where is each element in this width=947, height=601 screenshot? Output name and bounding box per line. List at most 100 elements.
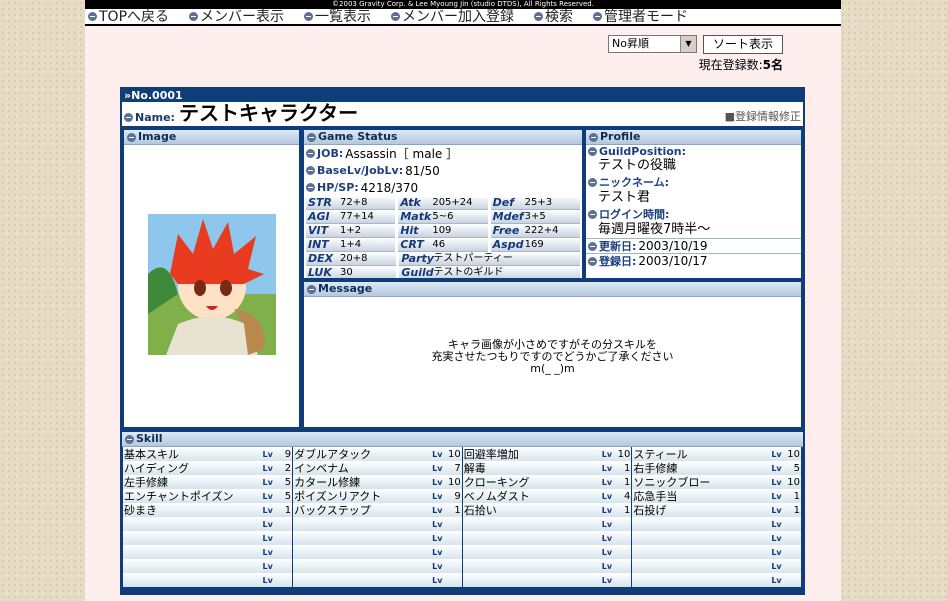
bullet-icon [125, 434, 134, 444]
page-container: ©2003 Gravity Corp. & Lee Myoung Jin (st… [85, 0, 841, 601]
login-time: ログイン時間: 毎週月曜夜7時半～ [586, 206, 801, 238]
skill-level: Lv 2 [261, 461, 294, 475]
stat-matk: Matk 5~6 [398, 210, 488, 224]
skill-level: Lv 5 [261, 475, 294, 489]
nav-search-link[interactable]: 検索 [534, 9, 573, 25]
skill-name: ポイズンリアクト [292, 489, 432, 503]
skill-level: Lv [261, 559, 294, 573]
sort-bar: No昇順 ▼ ソート表示 [608, 35, 784, 54]
skill-name [462, 559, 601, 573]
skill-name: スティール [631, 447, 771, 461]
bullet-icon [534, 12, 544, 21]
nav-top-link[interactable]: TOPへ戻る [88, 9, 169, 25]
skill-level: Lv [431, 517, 463, 531]
stat-aspd: Aspd 169 [490, 238, 580, 252]
skill-level: Lv 1 [600, 461, 633, 475]
stat-int: INT 1+4 [306, 238, 396, 252]
stat-mdef: Mdef 3+5 [490, 210, 580, 224]
skill-name [631, 559, 771, 573]
stat-guild: Guild テストのギルド [399, 266, 580, 278]
hpsp-row: HP/SP: 4218/370 [304, 179, 582, 196]
skill-level: Lv [431, 573, 463, 587]
skill-name: エンチャントポイズン [123, 489, 262, 503]
skill-level: Lv [770, 573, 803, 587]
skill-level: Lv 5 [770, 461, 803, 475]
bullet-icon [306, 166, 315, 175]
stat-str: STR 72+8 [306, 196, 396, 210]
skill-name [631, 531, 771, 545]
skill-name [631, 573, 771, 587]
skill-level: Lv 1 [600, 503, 633, 517]
registered-date: 登録日: 2003/10/17 [586, 253, 801, 268]
name-bar: Name: テストキャラクター ■登録情報修正 [122, 102, 803, 126]
skill-name: 回避率増加 [462, 447, 601, 461]
nav-admin-link[interactable]: 管理者モード [593, 9, 688, 25]
skill-name: 右手修練 [631, 461, 771, 475]
nav-register-link[interactable]: メンバー加入登録 [391, 9, 514, 25]
stat-hit: Hit 109 [398, 224, 488, 238]
skill-name [292, 517, 432, 531]
skill-level: Lv 4 [600, 489, 633, 503]
bullet-icon [588, 256, 597, 266]
stat-atk: Atk 205+24 [398, 196, 488, 210]
skill-level: Lv 5 [261, 489, 294, 503]
skill-name: 石投げ [631, 503, 771, 517]
skill-name: カタール修練 [292, 475, 432, 489]
skill-name: 解毒 [462, 461, 601, 475]
member-count: 現在登録数:5名 [698, 58, 783, 72]
top-nav: TOPへ戻る メンバー表示 一覧表示 メンバー加入登録 検索 管理者モード [85, 9, 841, 26]
skill-name [123, 573, 262, 587]
skill-level: Lv [770, 517, 803, 531]
skill-name [292, 573, 432, 587]
skill-level: Lv [261, 573, 294, 587]
member-card: »No.0001 Name: テストキャラクター ■登録情報修正 Image G… [120, 87, 805, 595]
skill-name: 砂まき [123, 503, 262, 517]
skill-name [631, 517, 771, 531]
bullet-icon [306, 149, 315, 158]
skill-level: Lv 7 [431, 461, 463, 475]
skill-row: Lv Lv Lv Lv [123, 545, 803, 559]
skill-level: Lv 10 [431, 475, 463, 489]
skill-row: 砂まき Lv 1 バックステップ Lv 1 石拾い Lv 1 石投げ Lv 1 [123, 503, 803, 517]
skill-name: インベナム [292, 461, 432, 475]
bullet-icon [588, 147, 597, 156]
skill-level: Lv [600, 531, 633, 545]
sort-button[interactable]: ソート表示 [703, 35, 784, 54]
nav-members-link[interactable]: メンバー表示 [189, 9, 284, 25]
skill-name: ベノムダスト [462, 489, 601, 503]
skill-level: Lv [431, 531, 463, 545]
skill-name [292, 559, 432, 573]
skill-level: Lv [600, 559, 633, 573]
skill-name [462, 573, 601, 587]
sort-select[interactable]: No昇順 ▼ [608, 35, 697, 53]
stat-party: Party テストパーティー [399, 252, 580, 266]
skill-name: 左手修練 [123, 475, 262, 489]
nav-list-link[interactable]: 一覧表示 [304, 9, 371, 25]
skill-row: 基本スキル Lv 9 ダブルアタック Lv 10 回避率増加 Lv 10 スティール Lv 10 [123, 447, 803, 461]
edit-info-link[interactable]: ■登録情報修正 [725, 108, 801, 124]
bullet-icon [588, 209, 597, 219]
bullet-icon [391, 12, 401, 21]
skill-row: 左手修練 Lv 5 カタール修練 Lv 10 クローキング Lv 1 ソニックブロー Lv 10 [123, 475, 803, 489]
profile-pane: Profile GuildPosition: テストの役職 ニックネーム: テス… [586, 130, 801, 278]
skill-table: 基本スキル Lv 9 ダブルアタック Lv 10 回避率増加 Lv 10 スティール Lv 10 ハイデ… [123, 447, 803, 587]
skill-name [123, 517, 262, 531]
skill-level: Lv [261, 545, 294, 559]
skill-pane: Skill 基本スキル Lv 9 ダブルアタック Lv 10 回避率増加 Lv 10 スティール L… [122, 432, 803, 592]
skill-level: Lv 10 [770, 475, 803, 489]
skill-row: Lv Lv Lv Lv [123, 573, 803, 587]
skill-level: Lv [600, 573, 633, 587]
bullet-icon [124, 113, 133, 122]
bullet-icon [307, 284, 316, 294]
image-pane: Image [124, 130, 299, 427]
skill-name: バックステップ [292, 503, 432, 517]
bullet-icon [88, 12, 97, 21]
skill-level: Lv [770, 545, 803, 559]
skill-level: Lv 1 [431, 503, 463, 517]
bullet-icon [307, 132, 316, 142]
skill-name [123, 545, 262, 559]
skill-name: 石拾い [462, 503, 601, 517]
stat-luk: LUK 30 [306, 266, 397, 278]
skill-name: ハイディング [123, 461, 262, 475]
skill-name [292, 545, 432, 559]
